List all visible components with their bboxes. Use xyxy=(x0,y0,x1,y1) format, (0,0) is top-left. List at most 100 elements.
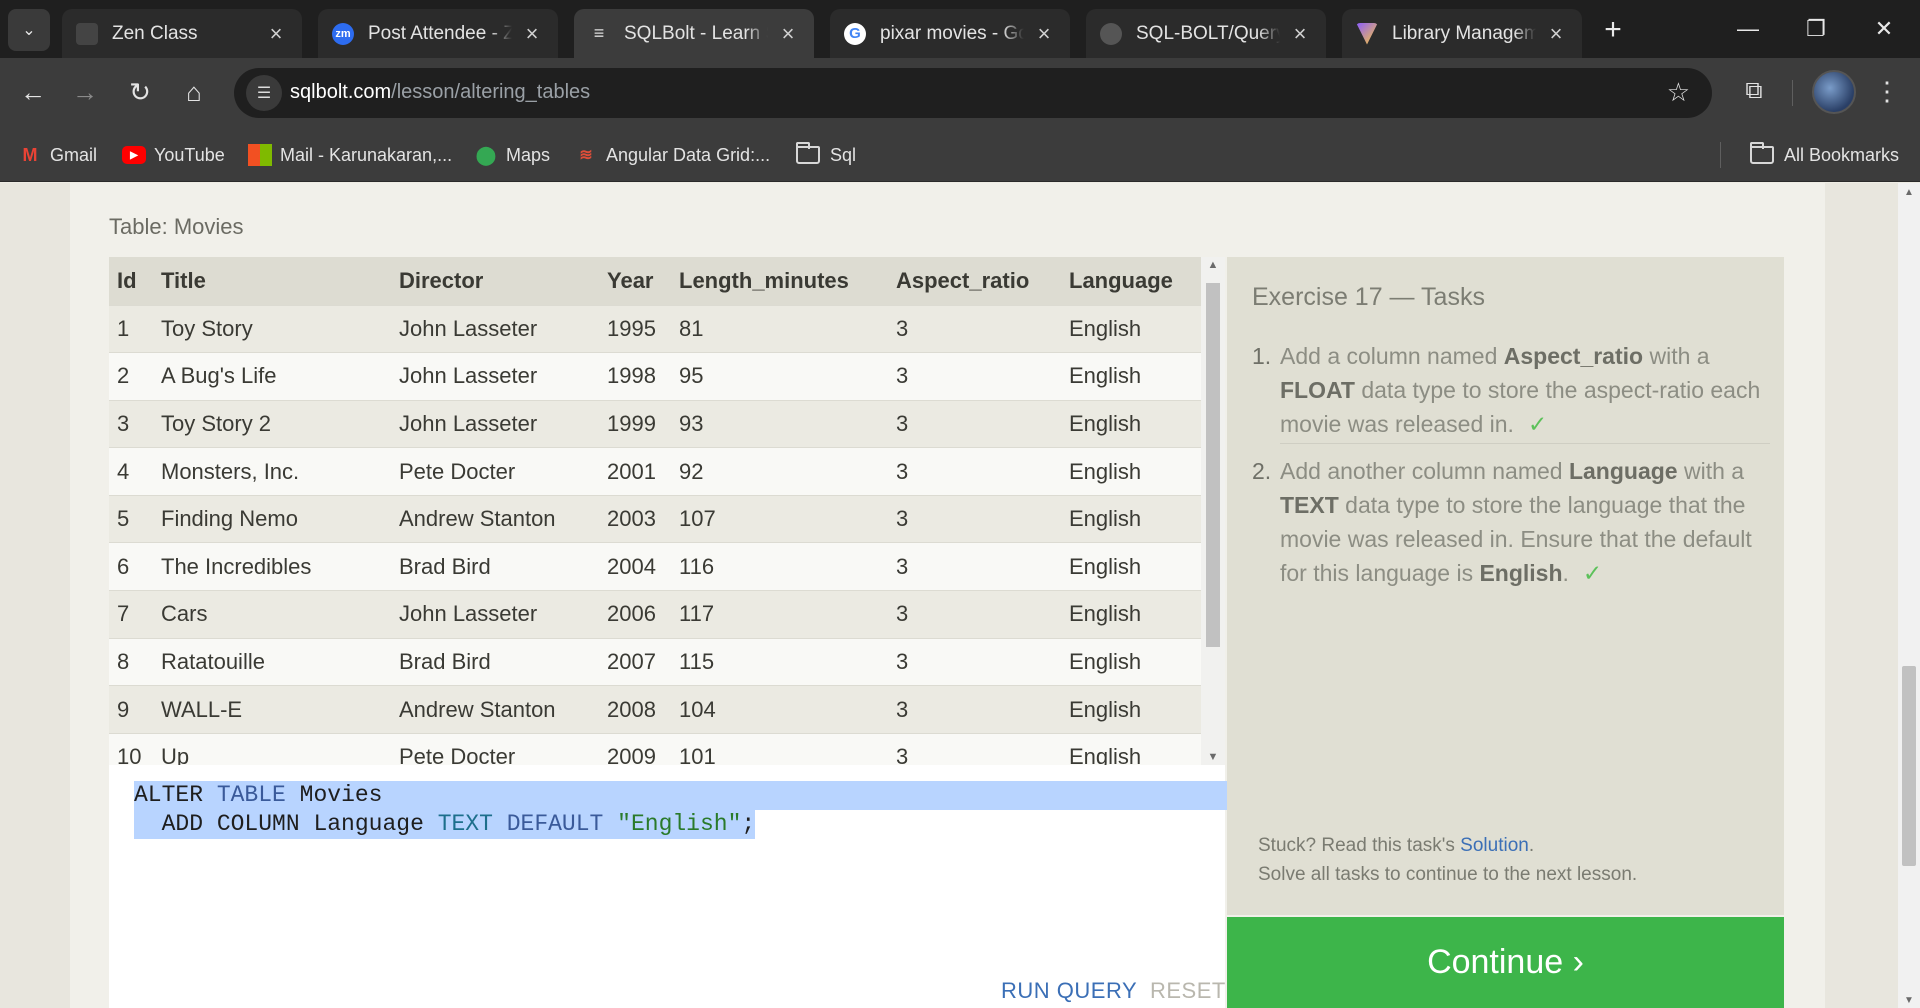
bookmark-gmail[interactable]: M Gmail xyxy=(18,142,98,168)
toolbar-divider xyxy=(1792,80,1793,106)
results-table-container[interactable]: Id Title Director Year Length_minutes As… xyxy=(109,257,1201,765)
close-window-button[interactable]: ✕ xyxy=(1850,0,1918,58)
stuck-text: . xyxy=(1528,835,1535,856)
scroll-up-icon[interactable]: ▲ xyxy=(1201,259,1225,271)
bookmark-label: Sql xyxy=(830,144,857,165)
table-cell: 81 xyxy=(671,304,888,353)
table-cell: English xyxy=(1061,732,1201,765)
minimize-button[interactable]: — xyxy=(1714,0,1782,58)
browser-menu-button[interactable]: ⋮ xyxy=(1872,71,1902,111)
table-cell: English xyxy=(1061,590,1201,639)
stuck-text: Stuck? Read this task's xyxy=(1258,835,1461,856)
home-icon: ⌂ xyxy=(186,76,202,107)
table-cell: 10 xyxy=(109,732,153,765)
home-button[interactable]: ⌂ xyxy=(171,69,217,115)
bookmark-youtube[interactable]: ▶ YouTube xyxy=(122,142,225,168)
tab-google-search[interactable]: G pixar movies - Google × xyxy=(830,9,1070,58)
bookmark-folder-sql[interactable]: Sql xyxy=(796,142,856,168)
bookmark-label: Mail - Karunakaran,... xyxy=(280,144,453,165)
tab-title: Zen Class xyxy=(112,22,198,44)
folder-icon xyxy=(1750,142,1774,164)
run-query-button[interactable]: RUN QUERY xyxy=(1001,978,1137,1004)
table-cell: 3 xyxy=(888,637,1061,686)
table-caption: Table: Movies xyxy=(109,214,244,239)
table-cell: 95 xyxy=(671,352,888,401)
reload-button[interactable]: ↻ xyxy=(117,69,163,115)
bookmark-mail[interactable]: Mail - Karunakaran,... xyxy=(248,142,452,168)
sql-editor[interactable]: ALTER TABLE Movies ADD COLUMN Language T… xyxy=(109,765,1250,1008)
table-cell: Up xyxy=(153,732,391,765)
scroll-down-icon[interactable]: ▼ xyxy=(1898,995,1920,1006)
tab-strip: ⌄ Zen Class × zm Post Attendee - Zoom × … xyxy=(0,0,1920,58)
table-row: 9 WALL-E Andrew Stanton 2008 104 3 English xyxy=(109,685,1201,734)
table-cell: John Lasseter xyxy=(391,352,599,401)
task-item: 2. Add another column named Language wit… xyxy=(1252,454,1772,590)
close-icon[interactable]: × xyxy=(520,21,544,47)
restore-button[interactable]: ❐ xyxy=(1782,0,1850,58)
all-bookmarks-button[interactable]: All Bookmarks xyxy=(1750,142,1899,168)
table-cell: English xyxy=(1061,637,1201,686)
table-cell: 9 xyxy=(109,685,153,734)
task-text: Add another column named Language with a… xyxy=(1280,454,1772,590)
table-cell: English xyxy=(1061,352,1201,401)
solution-link[interactable]: Solution xyxy=(1460,835,1529,856)
scroll-up-icon[interactable]: ▲ xyxy=(1898,187,1920,198)
tab-search-button[interactable]: ⌄ xyxy=(8,9,50,51)
tab-sqlbolt[interactable]: ≡ SQLBolt - Learn SQL × xyxy=(574,9,814,58)
extensions-button[interactable]: ⧉ xyxy=(1734,71,1774,111)
scrollbar-thumb[interactable] xyxy=(1902,666,1916,866)
table-cell: Cars xyxy=(153,590,391,639)
table-cell: 3 xyxy=(888,685,1061,734)
table-cell: Monsters, Inc. xyxy=(153,447,391,496)
tab-zen-class[interactable]: Zen Class × xyxy=(62,9,302,58)
more-vert-icon: ⋮ xyxy=(1874,75,1900,106)
back-button[interactable]: ← xyxy=(10,69,56,115)
browser-toolbar: ← → ↻ ⌂ ☰ sqlbolt.com/lesson/altering_ta… xyxy=(0,58,1920,128)
bookmarks-bar: M Gmail ▶ YouTube Mail - Karunakaran,...… xyxy=(0,128,1920,182)
table-cell: 2001 xyxy=(599,447,671,496)
scroll-down-icon[interactable]: ▼ xyxy=(1201,751,1225,763)
table-cell: 2 xyxy=(109,352,153,401)
close-icon[interactable]: × xyxy=(1032,21,1056,47)
address-bar[interactable]: ☰ sqlbolt.com/lesson/altering_tables ☆ xyxy=(234,68,1712,118)
tab-library-management[interactable]: Library Management × xyxy=(1342,9,1582,58)
tab-zoom[interactable]: zm Post Attendee - Zoom × xyxy=(318,9,558,58)
table-cell: English xyxy=(1061,447,1201,496)
table-cell: 93 xyxy=(671,399,888,448)
profile-avatar[interactable] xyxy=(1812,70,1856,114)
table-scrollbar[interactable]: ▲ ▼ xyxy=(1201,257,1225,765)
close-icon[interactable]: × xyxy=(264,21,288,47)
table-cell: 92 xyxy=(671,447,888,496)
table-cell: 1999 xyxy=(599,399,671,448)
table-row: 10 Up Pete Docter 2009 101 3 English xyxy=(109,732,1201,765)
bookmark-maps[interactable]: ⬤ Maps xyxy=(474,142,550,168)
continue-button[interactable]: Continue › xyxy=(1227,917,1784,1008)
reset-button[interactable]: RESET xyxy=(1150,978,1226,1004)
table-cell: 117 xyxy=(671,590,888,639)
forward-button[interactable]: → xyxy=(62,69,108,115)
sqlbolt-favicon: ≡ xyxy=(593,23,605,43)
tab-title: pixar movies - Google xyxy=(880,22,1024,44)
close-icon[interactable]: × xyxy=(776,21,800,47)
code-line: ADD COLUMN Language TEXT DEFAULT "Englis… xyxy=(134,810,756,839)
table-cell: 6 xyxy=(109,542,153,591)
table-cell: Brad Bird xyxy=(391,637,599,686)
chevron-down-icon: ⌄ xyxy=(22,22,36,39)
bookmark-star-icon[interactable]: ☆ xyxy=(1667,77,1690,108)
task-text-part: . xyxy=(1562,560,1569,586)
table-cell: Andrew Stanton xyxy=(391,685,599,734)
scrollbar-thumb[interactable] xyxy=(1206,283,1220,647)
close-icon[interactable]: × xyxy=(1288,21,1312,47)
site-info-button[interactable]: ☰ xyxy=(246,75,282,111)
close-icon[interactable]: × xyxy=(1544,21,1568,47)
new-tab-button[interactable]: + xyxy=(1596,13,1630,47)
tab-github[interactable]: SQL-BOLT/Query-Alter × xyxy=(1086,9,1326,58)
bookmark-angular-data-grid[interactable]: ≋ Angular Data Grid:... xyxy=(574,142,770,168)
page-scrollbar[interactable]: ▲ ▼ xyxy=(1898,183,1920,1008)
task-emphasis: TEXT xyxy=(1280,492,1339,518)
table-cell: 1995 xyxy=(599,304,671,353)
url-text[interactable]: sqlbolt.com/lesson/altering_tables xyxy=(290,81,590,104)
table-cell: 7 xyxy=(109,590,153,639)
table-cell: 3 xyxy=(888,352,1061,401)
